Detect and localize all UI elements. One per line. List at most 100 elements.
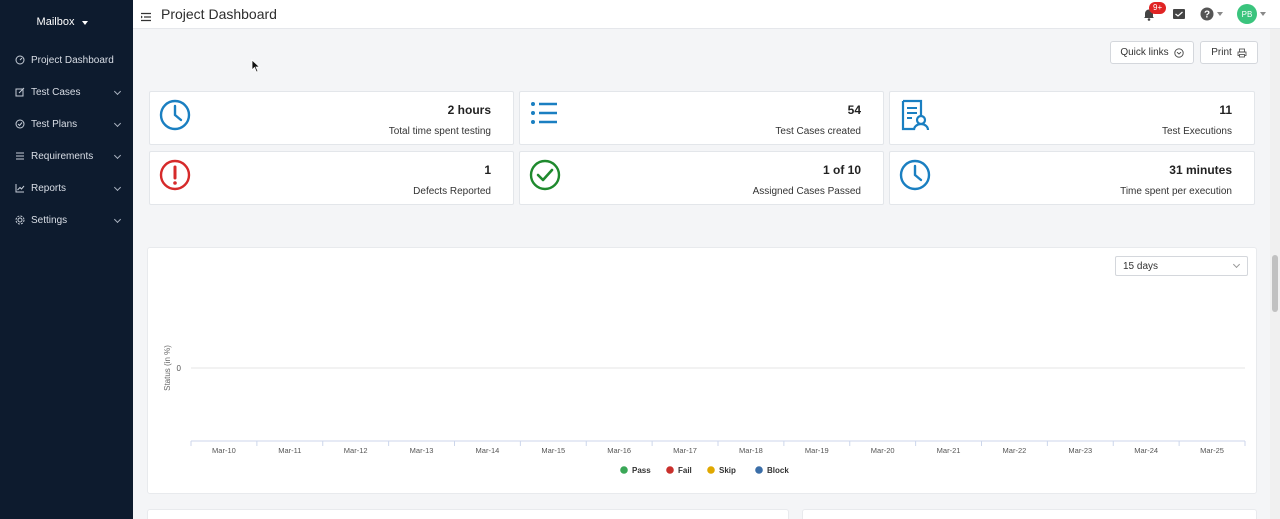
x-tick-label: Mar-14	[476, 446, 500, 455]
help-button[interactable]: ?	[1200, 7, 1223, 21]
stat-card-total-time: 2 hours Total time spent testing	[149, 91, 514, 145]
document-user-icon	[901, 99, 930, 131]
stat-label: Total time spent testing	[388, 126, 491, 137]
legend-marker	[666, 466, 674, 474]
legend-label: Pass	[632, 466, 651, 475]
quick-links-label: Quick links	[1120, 47, 1169, 58]
sidebar: Mailbox Project Dashboard Test Cases Tes…	[0, 0, 133, 519]
project-switcher[interactable]: Mailbox	[0, 0, 133, 44]
page-scrollbar[interactable]	[1270, 29, 1280, 519]
check-circle-icon	[529, 159, 561, 191]
sidebar-item-test-plans[interactable]: Test Plans	[0, 108, 133, 140]
y-tick-label: 0	[177, 364, 182, 373]
legend-label: Skip	[719, 466, 736, 475]
x-tick-label: Mar-24	[1134, 446, 1158, 455]
stat-label: Assigned Cases Passed	[752, 186, 861, 197]
user-menu[interactable]: PB	[1237, 4, 1266, 24]
stat-label: Defects Reported	[413, 186, 491, 197]
scrollbar-thumb[interactable]	[1272, 255, 1278, 312]
stat-label: Time spent per execution	[1120, 186, 1232, 197]
menu-toggle-icon[interactable]	[141, 9, 151, 22]
chevron-down-icon	[113, 215, 122, 224]
bottom-panel-right	[802, 509, 1257, 519]
legend-label: Block	[767, 466, 789, 475]
caret-down-icon	[1217, 12, 1223, 16]
sidebar-item-reports[interactable]: Reports	[0, 172, 133, 204]
x-tick-label: Mar-20	[871, 446, 895, 455]
sidebar-item-test-cases[interactable]: Test Cases	[0, 76, 133, 108]
chevron-down-icon	[113, 151, 122, 160]
x-tick-label: Mar-18	[739, 446, 763, 455]
legend-label: Fail	[678, 466, 692, 475]
print-button[interactable]: Print	[1200, 41, 1258, 64]
header: Project Dashboard 9+ ? PB	[133, 0, 1280, 29]
stat-value: 11	[1219, 103, 1232, 117]
avatar: PB	[1237, 4, 1257, 24]
legend-marker	[755, 466, 763, 474]
sidebar-item-settings[interactable]: Settings	[0, 204, 133, 236]
chevron-circle-down-icon	[1174, 47, 1184, 58]
x-tick-label: Mar-10	[212, 446, 236, 455]
legend-marker	[620, 466, 628, 474]
chevron-down-icon	[113, 183, 122, 192]
sidebar-item-label: Test Plans	[31, 118, 78, 130]
stat-value: 2 hours	[447, 103, 491, 117]
inbox-button[interactable]	[1172, 8, 1186, 20]
bottom-panel-left	[147, 509, 789, 519]
project-name: Mailbox	[36, 16, 75, 28]
x-tick-label: Mar-13	[410, 446, 434, 455]
chevron-down-icon	[113, 119, 122, 128]
notification-badge: 9+	[1149, 2, 1167, 14]
stat-value: 54	[847, 103, 861, 117]
printer-icon	[1237, 48, 1247, 57]
list-icon	[15, 151, 25, 161]
x-tick-label: Mar-19	[805, 446, 829, 455]
x-tick-label: Mar-11	[278, 446, 301, 455]
stat-value: 31 minutes	[1169, 163, 1232, 177]
stat-card-defects: 1 Defects Reported	[149, 151, 514, 205]
check-circle-icon	[15, 119, 25, 129]
mouse-cursor-icon	[251, 59, 261, 73]
x-tick-label: Mar-16	[607, 446, 631, 455]
x-tick-label: Mar-25	[1200, 446, 1224, 455]
sidebar-item-label: Project Dashboard	[31, 54, 114, 66]
caret-down-icon	[82, 20, 89, 25]
caret-down-icon	[1260, 12, 1266, 16]
sidebar-item-project-dashboard[interactable]: Project Dashboard	[0, 44, 133, 76]
y-axis-title: Status (in %)	[163, 345, 172, 391]
quick-links-button[interactable]: Quick links	[1110, 41, 1194, 64]
sidebar-item-label: Settings	[31, 214, 68, 226]
stat-label: Test Executions	[1161, 126, 1232, 137]
list-icon	[531, 102, 557, 124]
status-chart-panel: 15 days Status (in %) 0 Mar-10 Mar-11 Mar-12…	[147, 247, 1257, 494]
print-label: Print	[1211, 47, 1232, 58]
svg-text:?: ?	[1204, 10, 1210, 21]
notifications-button[interactable]: 9+	[1142, 2, 1167, 23]
clock-icon	[159, 99, 191, 131]
chevron-down-icon	[113, 87, 122, 96]
x-tick-label: Mar-15	[541, 446, 565, 455]
chart-icon	[15, 183, 25, 193]
stat-card-assigned-passed: 1 of 10 Assigned Cases Passed	[519, 151, 884, 205]
sidebar-item-label: Reports	[31, 182, 67, 194]
x-tick-label: Mar-17	[673, 446, 697, 455]
stat-card-test-executions: 11 Test Executions	[889, 91, 1255, 145]
stat-value: 1 of 10	[822, 163, 861, 177]
x-tick-label: Mar-21	[937, 446, 961, 455]
legend-marker	[707, 466, 715, 474]
stat-value: 1	[484, 163, 491, 177]
x-tick-label: Mar-12	[344, 446, 368, 455]
gear-icon	[15, 215, 25, 225]
status-chart: Status (in %) 0 Mar-10 Mar-11 Mar-12 Mar-13 Ma…	[163, 345, 1246, 475]
sidebar-item-label: Requirements	[31, 150, 94, 162]
clock-icon	[899, 159, 931, 191]
help-icon: ?	[1200, 7, 1214, 21]
dashboard-icon	[15, 55, 25, 65]
inbox-icon	[1173, 9, 1185, 19]
sidebar-item-requirements[interactable]: Requirements	[0, 140, 133, 172]
edit-icon	[15, 87, 25, 97]
alert-icon	[159, 159, 191, 191]
stat-card-test-cases: 54 Test Cases created	[519, 91, 884, 145]
x-tick-label: Mar-23	[1068, 446, 1092, 455]
sidebar-item-label: Test Cases	[31, 86, 81, 98]
